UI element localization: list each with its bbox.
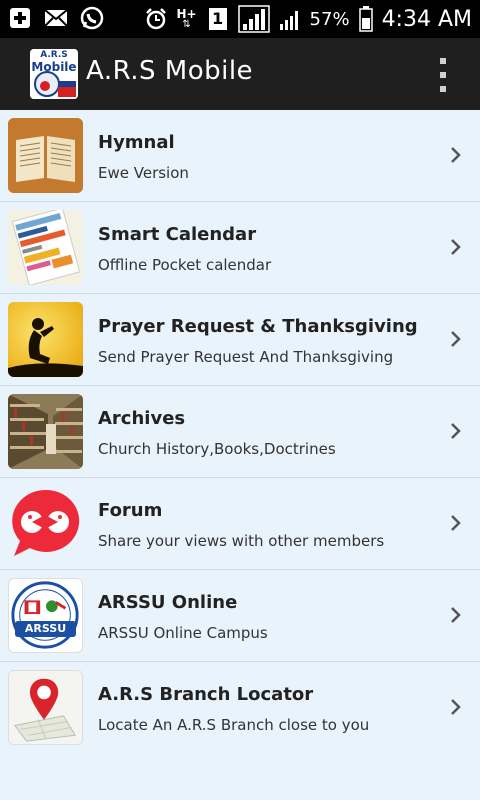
- network-type-icon: H+ ⇅: [176, 7, 197, 30]
- status-bar: H+ ⇅ 1 57% 4:34 AM: [0, 0, 480, 38]
- battery-percent: 57%: [309, 8, 350, 30]
- calendar-icon: [8, 210, 83, 285]
- battery-icon: [358, 6, 374, 32]
- row-subtitle: Share your views with other members: [98, 532, 385, 550]
- row-subtitle: Ewe Version: [98, 164, 189, 182]
- chevron-right-icon: [451, 331, 461, 347]
- list-item-prayer-request[interactable]: Prayer Request & Thanksgiving Send Praye…: [0, 294, 480, 386]
- row-subtitle: Locate An A.R.S Branch close to you: [98, 716, 370, 734]
- app-logo: A.R.S Mobile: [30, 49, 78, 99]
- alarm-icon: [144, 7, 168, 31]
- sim-icon: 1: [206, 7, 230, 31]
- map-pin-icon: [8, 670, 83, 745]
- list-item-archives[interactable]: Archives Church History,Books,Doctrines: [0, 386, 480, 478]
- arssu-logo-icon: ARSSU: [8, 578, 83, 653]
- list-item-hymnal[interactable]: Hymnal Ewe Version: [0, 110, 480, 202]
- whatsapp-icon: [80, 6, 104, 30]
- row-title: Forum: [98, 500, 163, 521]
- action-bar: A.R.S Mobile A.R.S Mobile: [0, 38, 480, 110]
- row-subtitle: Church History,Books,Doctrines: [98, 440, 336, 458]
- list-item-smart-calendar[interactable]: Smart Calendar Offline Pocket calendar: [0, 202, 480, 294]
- row-title: Prayer Request & Thanksgiving: [98, 316, 418, 337]
- list-item-branch-locator[interactable]: A.R.S Branch Locator Locate An A.R.S Bra…: [0, 662, 480, 753]
- app-title: A.R.S Mobile: [86, 56, 254, 86]
- list-item-arssu-online[interactable]: ARSSU ARSSU Online ARSSU Online Campus: [0, 570, 480, 662]
- list-item-forum[interactable]: Forum Share your views with other member…: [0, 478, 480, 570]
- row-subtitle: ARSSU Online Campus: [98, 624, 268, 642]
- chevron-right-icon: [451, 607, 461, 623]
- row-title: A.R.S Branch Locator: [98, 684, 314, 705]
- add-notification-icon: [8, 6, 32, 30]
- menu-list: Hymnal Ewe Version Smart Calendar Offlin…: [0, 110, 480, 753]
- email-icon: [44, 6, 68, 30]
- chevron-right-icon: [451, 515, 461, 531]
- overflow-menu-icon[interactable]: [436, 58, 450, 92]
- signal-icon: [237, 5, 270, 33]
- chevron-right-icon: [451, 239, 461, 255]
- row-subtitle: Offline Pocket calendar: [98, 256, 272, 274]
- archives-icon: [8, 394, 83, 469]
- row-title: Archives: [98, 408, 186, 429]
- prayer-icon: [8, 302, 83, 377]
- hymnal-book-icon: [8, 118, 83, 193]
- row-title: ARSSU Online: [98, 592, 238, 613]
- forum-icon: [8, 486, 83, 561]
- chevron-right-icon: [451, 699, 461, 715]
- row-subtitle: Send Prayer Request And Thanksgiving: [98, 348, 394, 366]
- chevron-right-icon: [451, 423, 461, 439]
- chevron-right-icon: [451, 147, 461, 163]
- row-title: Hymnal: [98, 132, 175, 153]
- row-title: Smart Calendar: [98, 224, 257, 245]
- signal-2-icon: [278, 7, 302, 31]
- clock: 4:34 AM: [381, 6, 472, 32]
